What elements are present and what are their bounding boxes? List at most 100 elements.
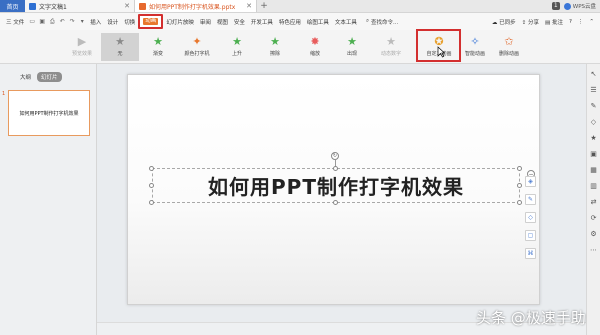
menu-view[interactable]: 视图 <box>214 18 231 26</box>
star-icon: ★ <box>270 35 280 48</box>
menu-text-tools[interactable]: 文本工具 <box>332 18 360 26</box>
ribbon-label: 无 <box>117 51 123 57</box>
sync-status[interactable]: ☁ 已同步 <box>492 18 516 26</box>
help-button[interactable]: ? <box>569 19 572 25</box>
menu-drawing-tools[interactable]: 绘图工具 <box>304 18 332 26</box>
menu-right-group: ☁ 已同步 ⇪ 分享 ▤ 批注 ? ⋮ ⌃ <box>492 18 600 26</box>
search-label: 查找命令... <box>371 19 399 26</box>
new-tab-button[interactable]: + <box>257 0 271 12</box>
ribbon-label: 预览效果 <box>71 51 92 57</box>
tab-outline[interactable]: 大纲 <box>20 73 31 81</box>
resize-handle[interactable] <box>517 166 522 171</box>
share-label: 分享 <box>527 19 539 26</box>
effect-wipe-button[interactable]: ★ 擦除 <box>260 33 290 61</box>
chevron-down-icon[interactable]: ▾ <box>78 18 86 25</box>
doc-tab-label: 文字文稿1 <box>39 3 67 11</box>
wps-cloud[interactable]: WPS云盘 <box>563 2 596 10</box>
slide-title: 如何用PPT制作打字机效果 <box>208 175 464 199</box>
star-icon: ✧ <box>470 35 480 48</box>
menu-insert[interactable]: 插入 <box>87 18 104 26</box>
preview-icon: ▶ <box>77 35 87 48</box>
effect-rise-button[interactable]: ★ 上升 <box>223 33 251 61</box>
save-icon[interactable]: ▣ <box>38 18 46 25</box>
resize-handle[interactable] <box>517 183 522 188</box>
smart-animation-button[interactable]: ✧ 智能动画 <box>460 33 490 61</box>
window-count-badge[interactable]: 1 <box>551 2 560 10</box>
tab-animation[interactable]: 动画 <box>138 14 164 29</box>
effect-fade-button[interactable]: ★ 渐变 <box>143 33 173 61</box>
tab-slides[interactable]: 幻灯片 <box>37 72 62 82</box>
tab-animation-label: 动画 <box>143 18 159 25</box>
star-icon: ★ <box>386 35 396 48</box>
pen-icon[interactable]: ✎ <box>525 194 536 205</box>
style-icon[interactable]: ✎ <box>591 102 597 110</box>
fill-icon[interactable]: ◇ <box>525 212 536 223</box>
open-icon[interactable]: ▭ <box>28 18 36 25</box>
shape-style-icon[interactable]: ◈ <box>525 176 536 187</box>
menu-slideshow[interactable]: 幻灯片放映 <box>163 18 197 26</box>
window-controls: 1 WPS云盘 <box>551 0 600 12</box>
menu-developer[interactable]: 开发工具 <box>248 18 276 26</box>
cursor-tool-icon[interactable]: ↖ <box>591 70 597 78</box>
doc-tab-pptx[interactable]: 如何用PPT制作打字机效果.pptx ✕ <box>135 0 257 12</box>
menu-features[interactable]: 特色应用 <box>276 18 304 26</box>
file-menu[interactable]: 三 文件 <box>3 18 27 26</box>
effect-icon[interactable]: ⌘ <box>525 248 536 259</box>
share-icon: ⇪ <box>521 19 527 26</box>
delete-animation-button[interactable]: ✩ 删除动画 <box>494 33 524 61</box>
menu-review[interactable]: 审阅 <box>197 18 214 26</box>
share-button[interactable]: ⇪ 分享 <box>522 18 539 26</box>
shape-icon[interactable]: ◇ <box>591 118 596 126</box>
chart-icon[interactable]: ▥ <box>590 182 597 190</box>
star-icon: ★ <box>347 35 357 48</box>
backup-icon[interactable]: ⟳ <box>591 214 597 222</box>
pane-tabs: 大纲 幻灯片 <box>20 72 62 82</box>
star-icon: ✸ <box>310 35 320 48</box>
settings-icon[interactable]: ⚙ <box>590 230 596 238</box>
image-icon[interactable]: ▣ <box>590 150 597 158</box>
share-icon[interactable]: ⇄ <box>591 198 597 206</box>
redo-icon[interactable]: ↷ <box>68 18 76 25</box>
star-icon: ✩ <box>504 35 514 48</box>
doc-tab-text[interactable]: 文字文稿1 ✕ <box>25 0 135 12</box>
effect-none-button[interactable]: ★ 无 <box>101 33 139 61</box>
menu-design[interactable]: 设计 <box>104 18 121 26</box>
home-tab[interactable]: 首页 <box>0 0 25 12</box>
resize-handle[interactable] <box>333 166 338 171</box>
undo-icon[interactable]: ↶ <box>58 18 66 25</box>
effect-appear-button[interactable]: ★ 出现 <box>338 33 366 61</box>
outline-icon[interactable]: ▢ <box>525 230 536 241</box>
resize-handle[interactable] <box>517 200 522 205</box>
cloud-sync-icon: ☁ <box>491 19 498 26</box>
collapse-icon[interactable]: ⌃ <box>589 19 594 25</box>
animation-pane-icon[interactable]: ★ <box>590 134 596 142</box>
table-icon[interactable]: ▦ <box>590 166 597 174</box>
close-icon[interactable]: ✕ <box>246 2 252 10</box>
effect-zoom-button[interactable]: ✸ 缩放 <box>301 33 329 61</box>
writer-doc-icon <box>29 2 36 10</box>
rotate-handle[interactable]: ↻ <box>331 152 339 160</box>
slide-thumbnail[interactable]: 如何用PPT制作打字机效果 <box>8 90 90 136</box>
menu-security[interactable]: 安全 <box>231 18 248 26</box>
resize-handle[interactable] <box>333 200 338 205</box>
resize-handle[interactable] <box>149 183 154 188</box>
print-icon[interactable]: ⎙ <box>48 18 56 25</box>
more-icon[interactable]: ⋮ <box>578 19 584 25</box>
effect-dynamic-number-button[interactable]: ★ 动态数字 <box>374 33 408 61</box>
ribbon-label: 智能动画 <box>464 51 485 57</box>
close-icon[interactable]: ✕ <box>124 2 130 10</box>
comment-button[interactable]: ▤ 批注 <box>545 18 563 26</box>
resize-handle[interactable] <box>149 200 154 205</box>
effect-color-typewriter-button[interactable]: ✦ 颜色打字机 <box>178 33 216 61</box>
title-textbox[interactable]: 如何用PPT制作打字机效果 <box>152 168 520 203</box>
more-icon[interactable]: ⋯ <box>590 246 597 254</box>
comment-label: 批注 <box>551 19 563 26</box>
thumbnail-text: 如何用PPT制作打字机效果 <box>19 110 79 117</box>
ribbon-label: 动态数字 <box>380 51 401 57</box>
doc-tab-label: 如何用PPT制作打字机效果.pptx <box>149 3 236 11</box>
preview-effect-button[interactable]: ▶ 预览效果 <box>68 33 96 61</box>
property-icon[interactable]: ☰ <box>590 86 596 94</box>
command-search[interactable]: ⌕ 查找命令... <box>366 18 398 26</box>
menu-transition[interactable]: 切换 <box>121 18 138 26</box>
resize-handle[interactable] <box>149 166 154 171</box>
